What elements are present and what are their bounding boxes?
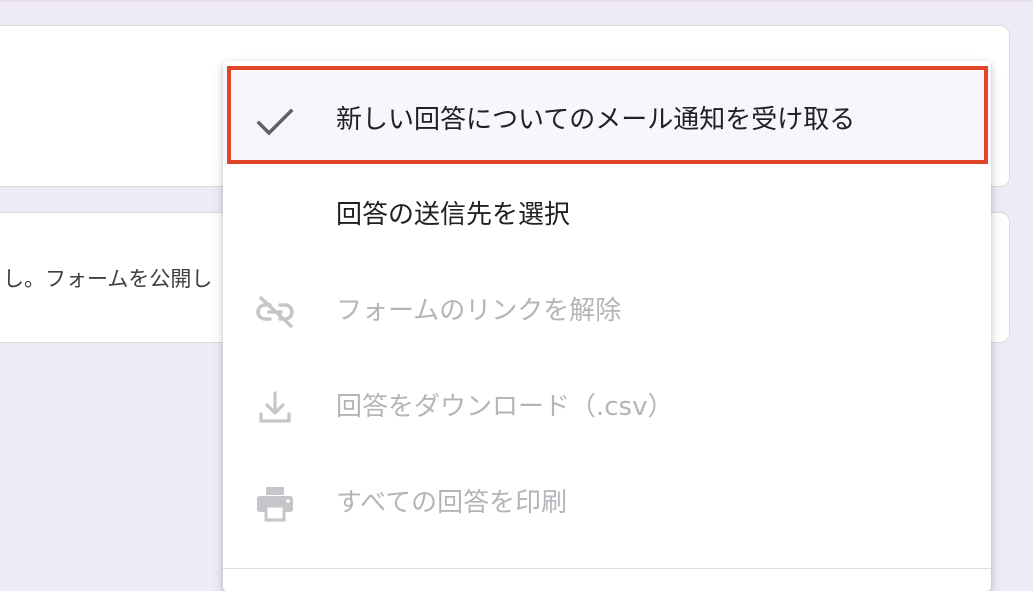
menu-item-download-csv[interactable]: 回答をダウンロード（.csv） [223, 359, 991, 455]
responses-more-menu: 新しい回答についてのメール通知を受け取る 回答の送信先を選択 フォームのリンクを… [223, 61, 991, 591]
check-icon [253, 105, 303, 141]
menu-item-print-all[interactable]: すべての回答を印刷 [223, 455, 991, 551]
download-icon [253, 390, 303, 426]
menu-item-label: 新しい回答についてのメール通知を受け取る [336, 105, 856, 135]
unlink-icon [253, 294, 303, 330]
menu-item-label: すべての回答を印刷 [336, 488, 568, 518]
menu-item-label: 回答をダウンロード（.csv） [336, 392, 674, 422]
menu-divider [223, 568, 991, 569]
menu-item-label: フォームのリンクを解除 [336, 296, 622, 326]
notice-text: し。フォームを公開し [3, 267, 213, 291]
menu-item-email-notifications[interactable]: 新しい回答についてのメール通知を受け取る [223, 67, 991, 163]
top-border-strip [0, 0, 1033, 2]
menu-item-label: 回答の送信先を選択 [336, 200, 571, 230]
print-icon [253, 486, 303, 522]
menu-item-unlink-form[interactable]: フォームのリンクを解除 [223, 263, 991, 359]
menu-item-select-destination[interactable]: 回答の送信先を選択 [223, 167, 991, 263]
